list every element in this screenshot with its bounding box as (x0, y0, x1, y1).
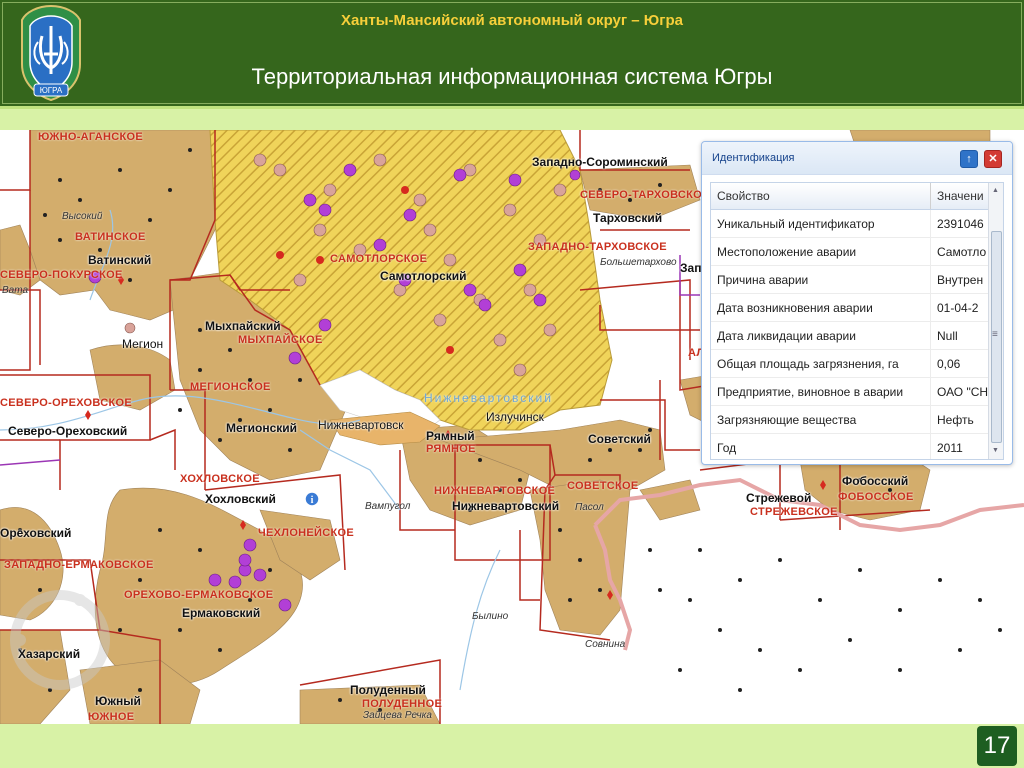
property-value: Внутрен (930, 265, 996, 294)
river-label: Совнина (585, 639, 626, 650)
field-label: СОВЕТСКОЕ (567, 480, 639, 492)
property-value: 0,06 (930, 349, 996, 378)
table-row[interactable]: Загрязняющие вещества Нефть (711, 405, 996, 434)
river-label: Былино (472, 611, 509, 622)
place-label: Хазарский (18, 647, 81, 661)
field-label: ЮЖНОЕ (88, 711, 135, 723)
field-label: ВАТИНСКОЕ (75, 231, 146, 243)
collapse-up-icon[interactable]: ↑ (960, 150, 978, 168)
field-label: НИЖНЕВАРТОВСКОЕ (434, 485, 556, 497)
field-label: ПОЛУДЕННОЕ (362, 698, 443, 710)
panel-header: Идентификация ↑ ✕ (702, 142, 1012, 175)
scroll-down-icon[interactable]: ▼ (992, 447, 999, 454)
field-label: ЗАПАДНО-ТАРХОВСКОЕ (528, 241, 667, 253)
place-label: Стрежевой (746, 491, 812, 505)
river-label: Высокий (62, 211, 103, 222)
property-name: Дата ликвидации аварии (711, 321, 931, 350)
slide-number: 17 (977, 726, 1017, 766)
property-value: Null (930, 321, 996, 350)
place-label: Южный (95, 694, 141, 708)
place-label: Северо-Ореховский (8, 424, 128, 438)
field-label: МЕГИОНСКОЕ (190, 381, 271, 393)
place-label: Мегионский (226, 421, 298, 435)
column-header-value[interactable]: Значени (930, 183, 996, 210)
property-name: Общая площадь загрязнения, га (711, 349, 931, 378)
property-value: 2391046 (930, 209, 996, 238)
properties-table: Свойство Значени Уникальный идентификато… (711, 183, 996, 459)
place-label: Советский (588, 432, 651, 446)
field-label: ЧЕХЛОНЕЙСКОЕ (258, 527, 355, 539)
river-label: Зайцева Речка (363, 710, 432, 721)
map-view[interactable]: i ЮЖНО-АГАНСКОЕ Высокий ВАТИНСКОЕ Ватинс… (0, 130, 1024, 724)
place-label: Полуденный (350, 683, 426, 697)
svg-text:i: i (311, 495, 314, 506)
field-label: СЕВЕРО-ПОКУРСКОЕ (0, 269, 123, 281)
place-label: Ермаковский (182, 606, 261, 620)
place-label: Мыхпайский (205, 319, 281, 333)
field-label: РЯМНОЕ (426, 443, 476, 455)
identification-panel: Идентификация ↑ ✕ Свойство Значени Уника… (701, 141, 1013, 465)
place-label: Ватинский (88, 253, 152, 267)
table-row[interactable]: Причина аварии Внутрен (711, 265, 996, 294)
field-label: МЫХПАЙСКОЕ (238, 334, 323, 346)
property-value: 2011 (930, 433, 996, 459)
vertical-scrollbar[interactable]: ▲ ≡ ▼ (988, 183, 1003, 459)
field-label: ОРЕХОВО-ЕРМАКОВСКОЕ (124, 589, 274, 601)
property-value: ОАО "СН (930, 377, 996, 406)
city-label: Нижневартовск (318, 418, 404, 432)
place-label: Рямный (426, 429, 475, 443)
region-label: Нижневартовский (424, 391, 553, 405)
property-name: Уникальный идентификатор (711, 209, 931, 238)
place-label: Нижневартовский (452, 499, 560, 513)
field-label: ХОХЛОВСКОЕ (180, 473, 260, 485)
place-label: Хохловский (205, 492, 276, 506)
region-subtitle: Ханты-Мансийский автономный округ – Югра (340, 12, 684, 29)
table-row[interactable]: Местоположение аварии Самотло (711, 237, 996, 266)
city-label: Излучинск (486, 410, 544, 424)
property-name: Предприятие, виновное в аварии (711, 377, 931, 406)
field-label: СЕВЕРО-ОРЕХОВСКОЕ (0, 397, 132, 409)
page-title: Территориальная информационная система Ю… (251, 64, 773, 89)
property-name: Дата возникновения аварии (711, 293, 931, 322)
river-label: Вампугол (365, 501, 411, 512)
table-row[interactable]: Предприятие, виновное в аварии ОАО "СН (711, 377, 996, 406)
place-label: Фобосский (842, 474, 909, 488)
panel-title: Идентификация (712, 152, 795, 164)
property-value: Самотло (930, 237, 996, 266)
property-name: Загрязняющие вещества (711, 405, 931, 434)
field-label: САМОТЛОРСКОЕ (330, 253, 428, 265)
property-name: Местоположение аварии (711, 237, 931, 266)
place-label: Тарховский (593, 211, 663, 225)
close-icon[interactable]: ✕ (984, 150, 1002, 168)
table-row[interactable]: Общая площадь загрязнения, га 0,06 (711, 349, 996, 378)
properties-grid: Свойство Значени Уникальный идентификато… (710, 182, 1004, 460)
place-label: Западно-Сороминский (532, 155, 668, 169)
property-name: Причина аварии (711, 265, 931, 294)
river-label: Пасол (575, 502, 604, 513)
place-label: Ореховский (0, 526, 72, 540)
river-label: Вата (2, 285, 29, 296)
table-row[interactable]: Уникальный идентификатор 2391046 (711, 209, 996, 238)
scroll-up-icon[interactable]: ▲ (992, 187, 999, 194)
column-header-property[interactable]: Свойство (711, 183, 931, 210)
table-row[interactable]: Дата возникновения аварии 01-04-2 (711, 293, 996, 322)
field-label: ЗАПАДНО-ЕРМАКОВСКОЕ (4, 559, 154, 571)
property-value: Нефть (930, 405, 996, 434)
field-label: ФОБОССКОЕ (838, 491, 914, 503)
place-label: Самотлорский (380, 269, 467, 283)
property-name: Год (711, 433, 931, 459)
header-bar: ЮГРА Ханты-Мансийский автономный округ –… (0, 0, 1024, 109)
field-label: СЕВЕРО-ТАРХОВСКОЕ (580, 189, 710, 201)
place-label-clipped: Зап (680, 261, 702, 275)
field-label: СТРЕЖЕВСКОЕ (750, 506, 838, 518)
table-row[interactable]: Дата ликвидации аварии Null (711, 321, 996, 350)
city-label: Мегион (122, 337, 164, 351)
river-label: Большетархово (600, 257, 677, 268)
scroll-grip-icon: ≡ (992, 329, 998, 340)
property-value: 01-04-2 (930, 293, 996, 322)
table-row[interactable]: Год 2011 (711, 433, 996, 459)
field-label: ЮЖНО-АГАНСКОЕ (38, 131, 143, 143)
